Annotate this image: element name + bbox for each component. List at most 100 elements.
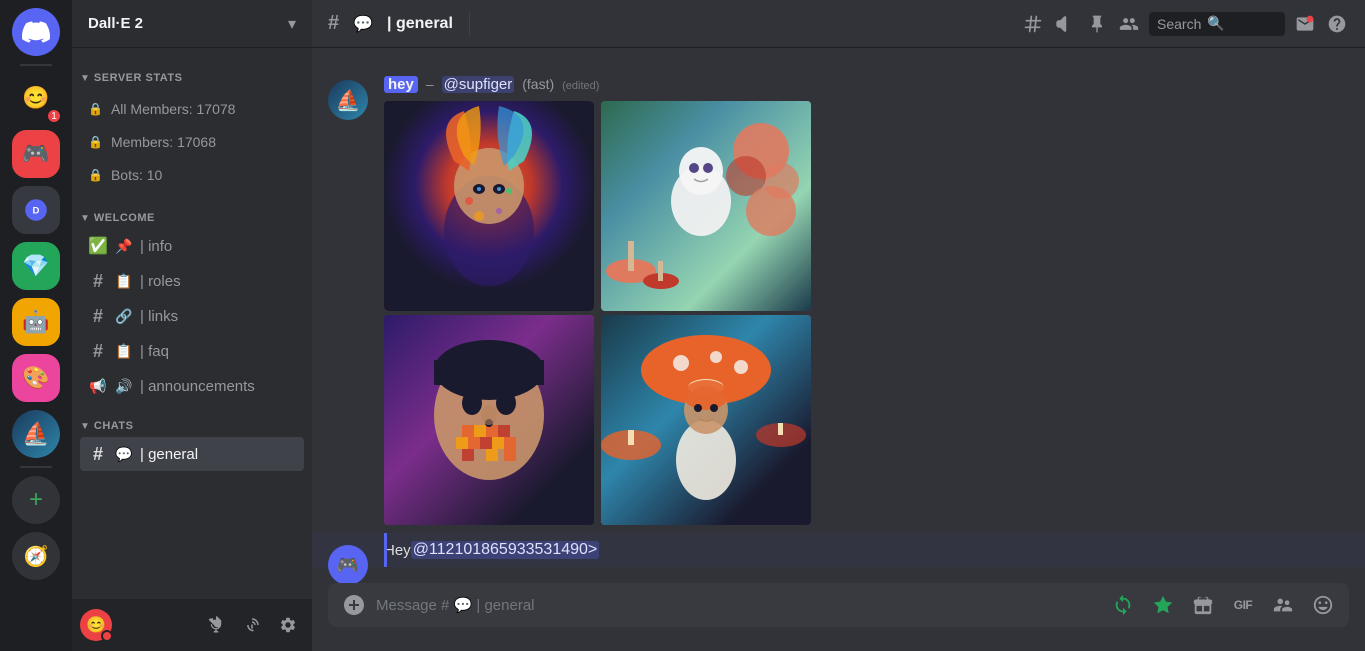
search-icon: 🔍 xyxy=(1207,15,1224,32)
ai-image-3[interactable] xyxy=(384,315,594,525)
message-avatar-1: ⛵ xyxy=(328,80,368,120)
category-chats[interactable]: ▼ CHATS xyxy=(72,404,312,436)
next-msg-content: Hey @112101865933531490> xyxy=(384,541,1349,559)
message-input-area: Message # 💬 | general xyxy=(312,583,1365,651)
category-label-welcome: WELCOME xyxy=(94,212,155,224)
notification-badge-1: 1 xyxy=(46,108,62,124)
category-label-chats: CHATS xyxy=(94,420,134,432)
hash-icon-faq: # xyxy=(88,341,108,362)
server-stats-section: 🔒 All Members: 17078 🔒 Members: 17068 🔒 … xyxy=(72,88,312,196)
channel-sidebar: Dall·E 2 ▾ ▼ SERVER STATS 🔒 All Members:… xyxy=(72,0,312,651)
message-group-1: ⛵ hey – @supfiger (fast) (edited) xyxy=(312,64,1365,529)
hash-icon-roles: # xyxy=(88,271,108,292)
add-server-button[interactable]: + xyxy=(12,476,60,524)
boost-icon-btn[interactable] xyxy=(1105,587,1141,623)
message-edited-label: (edited) xyxy=(562,80,599,92)
hash-icon-links: # xyxy=(88,306,108,327)
chat-icon-general: 💬 xyxy=(114,446,134,463)
category-arrow-welcome: ▼ xyxy=(80,213,90,224)
gif-btn[interactable]: GIF xyxy=(1225,587,1261,623)
channel-item-info[interactable]: ✅ 📌 | info xyxy=(80,229,304,263)
mute-mic-button[interactable] xyxy=(200,609,232,641)
server-dropdown-icon: ▾ xyxy=(288,14,296,34)
server-sidebar: 😊 1 🎮 D 💎 🤖 🎨 ⛵ + 🧭 xyxy=(0,0,72,651)
hashtag-icon-btn[interactable] xyxy=(1021,12,1045,36)
lock-icon-members: 🔒 xyxy=(88,135,103,149)
gift-icon-btn[interactable] xyxy=(1185,587,1221,623)
ai-image-1[interactable] xyxy=(384,101,594,311)
channel-item-faq[interactable]: # 📋 | faq xyxy=(80,334,304,368)
inbox-btn[interactable] xyxy=(1293,12,1317,36)
hash-icon-general: # xyxy=(88,444,108,465)
pin-icon-info: 📌 xyxy=(114,238,134,255)
channel-item-roles[interactable]: # 📋 | roles xyxy=(80,264,304,298)
channel-name-announcements: | announcements xyxy=(140,378,255,395)
channel-header-hash: # xyxy=(328,12,339,35)
stat-all-members: 🔒 All Members: 17078 xyxy=(80,93,304,125)
message-input-field[interactable]: Message # 💬 | general xyxy=(372,586,1105,624)
input-actions: GIF xyxy=(1105,587,1341,623)
stat-members-label: Members: 17068 xyxy=(111,134,216,150)
announce-icon: 📢 xyxy=(88,378,108,395)
channel-header-chat-icon: 💬 xyxy=(353,14,373,34)
server-icon-home[interactable] xyxy=(12,8,60,56)
messages-area[interactable]: ⛵ hey – @supfiger (fast) (edited) xyxy=(312,48,1365,583)
apps-icon-btn[interactable] xyxy=(1265,587,1301,623)
server-icon-dalle2[interactable]: D xyxy=(12,186,60,234)
message-dash-1: – xyxy=(426,76,434,92)
notepad-icon-roles: 📋 xyxy=(114,273,134,290)
user-area: 😊 xyxy=(72,599,312,651)
message-mention-1[interactable]: @supfiger xyxy=(442,76,515,93)
server-icon-5[interactable]: 🎨 xyxy=(12,354,60,402)
channel-item-links[interactable]: # 🔗 | links xyxy=(80,299,304,333)
stat-all-members-label: All Members: 17078 xyxy=(111,101,236,117)
server-divider-1 xyxy=(20,64,52,66)
channel-name-general: | general xyxy=(140,446,198,463)
server-icon-sail[interactable]: ⛵ xyxy=(12,410,60,458)
category-server-stats[interactable]: ▼ SERVER STATS xyxy=(72,56,312,88)
category-welcome[interactable]: ▼ WELCOME xyxy=(72,196,312,228)
lock-icon-bots: 🔒 xyxy=(88,168,103,182)
members-list-btn[interactable] xyxy=(1117,12,1141,36)
channel-item-general[interactable]: # 💬 | general xyxy=(80,437,304,471)
ai-image-2[interactable] xyxy=(601,101,811,311)
server-divider-2 xyxy=(20,466,52,468)
message-input-box: Message # 💬 | general xyxy=(328,583,1349,627)
ai-image-4[interactable] xyxy=(601,315,811,525)
add-attachment-button[interactable] xyxy=(336,587,372,623)
channel-name-links: | links xyxy=(140,308,178,325)
server-icon-4[interactable]: 🤖 xyxy=(12,298,60,346)
category-arrow-chats: ▼ xyxy=(80,421,90,432)
next-message-group: 🎮 Hey @112101865933531490> xyxy=(312,533,1365,567)
channel-item-announcements[interactable]: 📢 🔊 | announcements xyxy=(80,369,304,403)
channel-name-info: | info xyxy=(140,238,172,255)
message-input-placeholder: Message # 💬 | general xyxy=(376,597,535,614)
category-arrow-stats: ▼ xyxy=(80,73,90,84)
search-bar[interactable]: Search 🔍 xyxy=(1149,12,1285,36)
channel-header-name: | general xyxy=(387,15,453,33)
message-author-1[interactable]: hey xyxy=(384,76,418,93)
discover-servers-button[interactable]: 🧭 xyxy=(12,532,60,580)
channel-header: # 💬 | general xyxy=(312,0,1365,48)
stat-members: 🔒 Members: 17068 xyxy=(80,126,304,158)
channel-name-roles: | roles xyxy=(140,273,181,290)
mute-channel-btn[interactable] xyxy=(1053,12,1077,36)
second-action-btn[interactable] xyxy=(1145,587,1181,623)
pin-messages-btn[interactable] xyxy=(1085,12,1109,36)
server-icon-2[interactable]: 🎮 xyxy=(12,130,60,178)
link-icon-links: 🔗 xyxy=(114,308,134,325)
header-divider xyxy=(469,12,470,36)
server-icon-1[interactable]: 😊 1 xyxy=(12,74,60,122)
lock-icon-all: 🔒 xyxy=(88,102,103,116)
help-btn[interactable] xyxy=(1325,12,1349,36)
next-msg-mention[interactable]: @112101865933531490> xyxy=(411,541,600,559)
message-accent-bar xyxy=(384,533,387,567)
server-header[interactable]: Dall·E 2 ▾ xyxy=(72,0,312,48)
message-header-1: hey – @supfiger (fast) (edited) xyxy=(384,76,1349,93)
category-label-stats: SERVER STATS xyxy=(94,72,183,84)
speaker-icon: 🔊 xyxy=(114,378,134,395)
server-icon-3[interactable]: 💎 xyxy=(12,242,60,290)
emoji-picker-btn[interactable] xyxy=(1305,587,1341,623)
settings-button[interactable] xyxy=(272,609,304,641)
deafen-button[interactable] xyxy=(236,609,268,641)
